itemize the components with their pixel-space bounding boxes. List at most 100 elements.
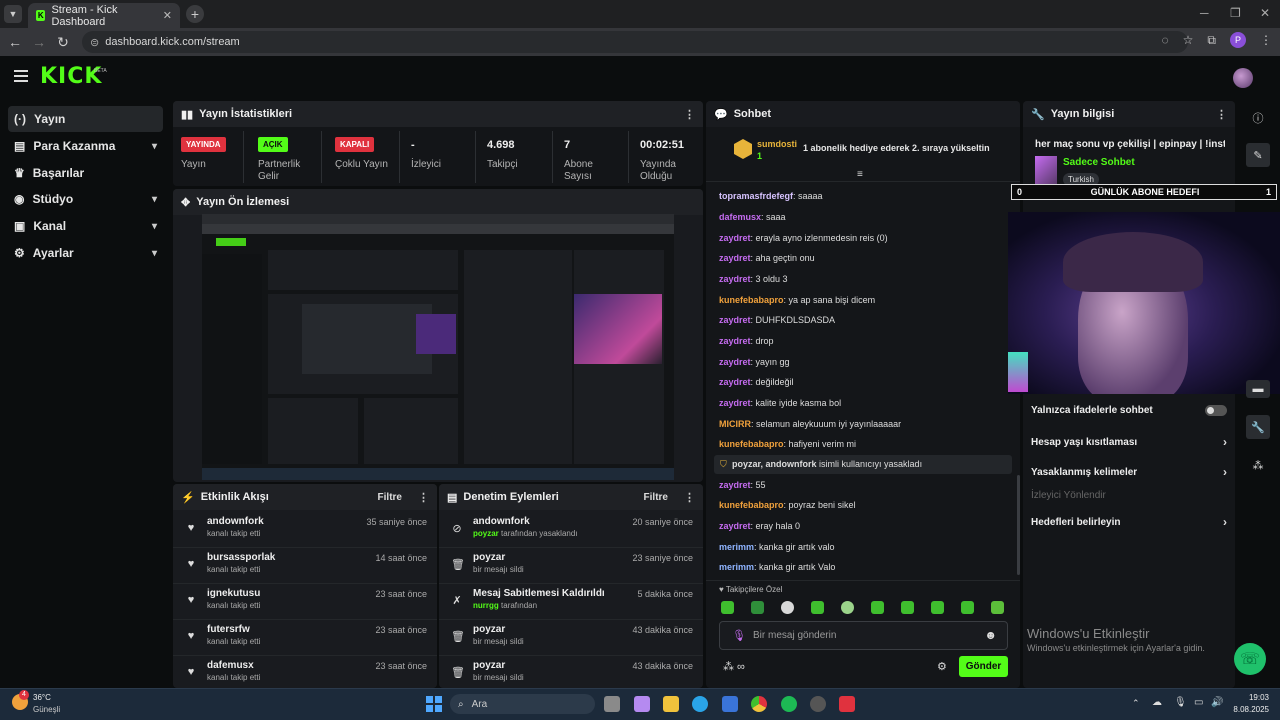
store-icon[interactable] (722, 696, 738, 712)
emote-icon[interactable] (811, 601, 824, 614)
activity-menu-icon[interactable]: ⋮ (418, 491, 429, 504)
edge-icon[interactable] (692, 696, 708, 712)
share-icon[interactable]: ⁂ (1246, 453, 1270, 477)
send-button[interactable]: Gönder (959, 656, 1008, 677)
chat-username[interactable]: zaydret (719, 253, 751, 263)
browser-tab[interactable]: K Stream - Kick Dashboard ✕ (28, 3, 180, 28)
chat-username[interactable]: merimm (719, 562, 754, 572)
reload-icon[interactable]: ↻ (51, 34, 75, 51)
windows-start-icon[interactable] (426, 696, 442, 712)
tray-volume-icon[interactable]: 🔊 (1211, 697, 1223, 708)
taskbar-search[interactable]: ⌕ Ara (450, 694, 595, 714)
tab-search-button[interactable]: ▼ (4, 5, 22, 23)
chat-username[interactable]: zaydret (719, 480, 751, 490)
support-chat-icon[interactable]: ☏ (1234, 643, 1266, 675)
moderation-subject[interactable]: poyzar (473, 624, 505, 635)
emote-icon[interactable] (721, 601, 734, 614)
chat-username[interactable]: dafemusx (719, 212, 761, 222)
app-icon[interactable] (839, 696, 855, 712)
edit-pencil-icon[interactable]: ✎ (1246, 143, 1270, 167)
emote-only-chat-row[interactable]: Yalnızca ifadelerle sohbet (1031, 405, 1227, 416)
tray-app-icon[interactable]: ☁ (1152, 697, 1162, 708)
file-explorer-icon[interactable] (663, 696, 679, 712)
moderation-subject[interactable]: andownfork (473, 516, 530, 527)
emote-icon[interactable] (901, 601, 914, 614)
chat-username[interactable]: MICIRR (719, 419, 751, 429)
moderation-menu-icon[interactable]: ⋮ (684, 491, 695, 504)
close-window-icon[interactable]: ✕ (1260, 6, 1270, 20)
chat-username[interactable]: zaydret (719, 357, 751, 367)
sidebar-item-para-kazanma[interactable]: ▤ Para Kazanma ▾ (8, 133, 163, 159)
tray-mic-icon[interactable]: 🎙 (1174, 697, 1187, 708)
back-icon[interactable]: ← (3, 34, 27, 50)
set-goals-row[interactable]: Hedefleri belirleyin › (1031, 515, 1227, 529)
activity-user[interactable]: futersrfw (207, 624, 250, 635)
emote-icon[interactable] (871, 601, 884, 614)
category-name[interactable]: Sadece Sohbet (1063, 157, 1135, 168)
minimize-icon[interactable]: ─ (1200, 6, 1209, 20)
emote-icon[interactable] (751, 601, 764, 614)
microphone-icon[interactable]: 🎙 (732, 629, 746, 642)
new-tab-button[interactable]: + (186, 5, 204, 23)
clock-time[interactable]: 19:03 (1233, 693, 1269, 702)
moderation-actor[interactable]: poyzar (473, 529, 499, 538)
emoji-icon[interactable]: ☻ (984, 628, 997, 642)
eye-off-icon[interactable]: ◌ (1162, 33, 1169, 47)
emote-only-toggle[interactable] (1205, 405, 1227, 416)
wrench-tool-icon[interactable]: 🔧 (1246, 415, 1270, 439)
moderation-subject[interactable]: poyzar (473, 660, 505, 671)
sidebar-item-yayin[interactable]: (·) Yayın (8, 106, 163, 132)
sidebar-item-kanal[interactable]: ▣ Kanal ▾ (8, 213, 163, 239)
url-field[interactable]: ⊜ dashboard.kick.com/stream (82, 31, 1188, 53)
extensions-icon[interactable]: ⧉ (1207, 33, 1216, 48)
clock-date[interactable]: 8.08.2025 (1225, 705, 1269, 714)
task-view-icon[interactable] (604, 696, 620, 712)
chat-username[interactable]: zaydret (719, 233, 751, 243)
emote-icon[interactable] (961, 601, 974, 614)
pinned-user[interactable]: sumdosti (757, 139, 797, 149)
maximize-icon[interactable]: ❐ (1230, 6, 1241, 20)
tray-network-icon[interactable]: ▭ (1194, 697, 1203, 708)
activity-user[interactable]: dafemusx (207, 660, 254, 671)
chat-username[interactable]: zaydret (719, 398, 751, 408)
forward-icon[interactable]: → (27, 34, 51, 50)
moderation-actor[interactable]: nurrgg (473, 601, 499, 610)
emote-icon[interactable] (781, 601, 794, 614)
chat-settings-icon[interactable]: ⚙ (937, 660, 947, 673)
sidebar-item-basarilar[interactable]: ♛ Başarılar (8, 160, 163, 186)
sidebar-item-studyo[interactable]: ◉ Stüdyo ▾ (8, 186, 163, 212)
chat-scrollbar[interactable] (1017, 475, 1020, 575)
emote-icon[interactable] (931, 601, 944, 614)
stream-preview-video[interactable] (202, 214, 674, 480)
chat-username[interactable]: zaydret (719, 336, 751, 346)
moderation-filter-button[interactable]: Filtre (644, 492, 668, 503)
copilot-icon[interactable] (634, 696, 650, 712)
chat-tools-icon[interactable]: ⁂ ∞ (723, 660, 745, 673)
tray-chevron-up-icon[interactable]: ⌃ (1132, 698, 1140, 709)
tool-button[interactable]: ▬ (1246, 380, 1270, 398)
info-menu-icon[interactable]: ⋮ (1216, 108, 1227, 121)
info-circle-icon[interactable]: ⓘ (1246, 106, 1270, 130)
activity-filter-button[interactable]: Filtre (378, 492, 402, 503)
chat-username[interactable]: merimm (719, 542, 754, 552)
weather-temp[interactable]: 36°C (33, 693, 51, 702)
chat-input[interactable]: 🎙 Bir mesaj gönderin ☻ (719, 621, 1008, 650)
sidebar-item-ayarlar[interactable]: ⚙ Ayarlar ▾ (8, 240, 163, 266)
collapse-pinned-icon[interactable]: ≡ (857, 169, 863, 180)
hamburger-menu-icon[interactable] (14, 70, 28, 82)
chat-username[interactable]: kunefebabapro (719, 500, 784, 510)
spotify-icon[interactable] (781, 696, 797, 712)
bookmark-star-icon[interactable]: ☆ (1183, 33, 1194, 47)
stats-menu-icon[interactable]: ⋮ (684, 108, 695, 121)
emote-icon[interactable] (991, 601, 1004, 614)
chat-username[interactable]: zaydret (719, 521, 751, 531)
profile-avatar[interactable]: P (1230, 32, 1246, 48)
activity-user[interactable]: bursassporlak (207, 552, 275, 563)
activity-user[interactable]: andownfork (207, 516, 264, 527)
chat-username[interactable]: zaydret (719, 274, 751, 284)
chrome-icon[interactable] (751, 696, 767, 712)
emote-icon[interactable] (841, 601, 854, 614)
chat-username[interactable]: kunefebabapro (719, 295, 784, 305)
moderation-subject[interactable]: poyzar (473, 552, 505, 563)
chat-username[interactable]: zaydret (719, 315, 751, 325)
